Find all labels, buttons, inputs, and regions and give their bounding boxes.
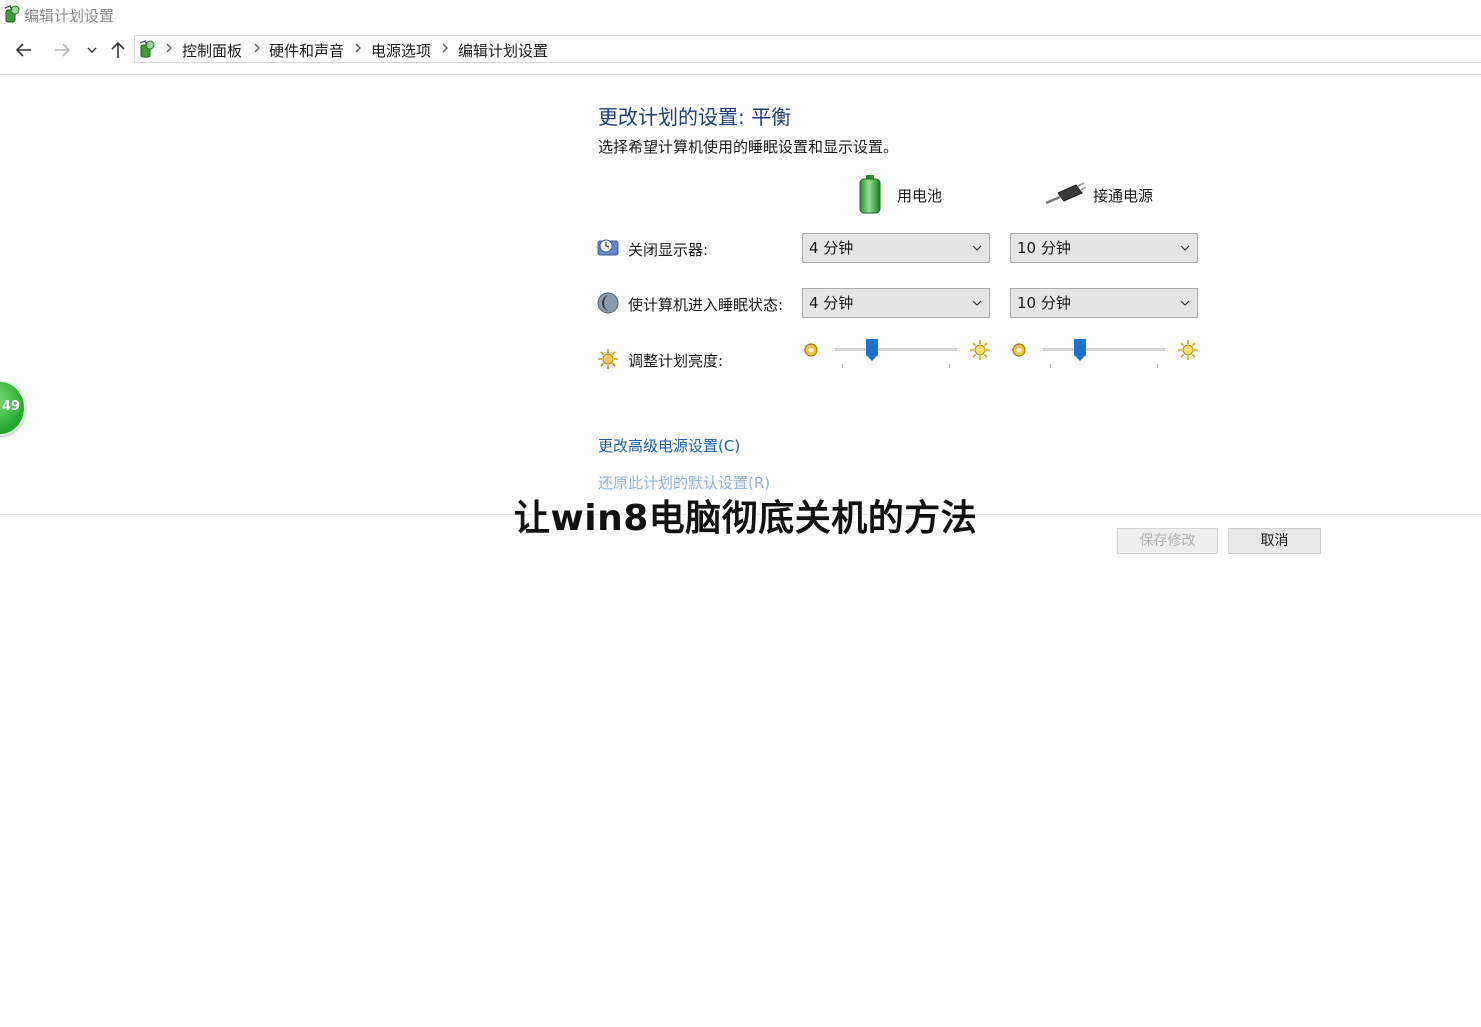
- breadcrumb-control-panel[interactable]: 控制面板: [182, 40, 242, 61]
- brightness-battery-thumb[interactable]: [865, 339, 878, 361]
- overlay-article-title: 让win8电脑彻底关机的方法: [514, 498, 978, 539]
- display-off-plugged-value: 10 分钟: [1017, 239, 1071, 257]
- brightness-battery-slider[interactable]: [835, 348, 957, 351]
- dim-sun-icon: [1012, 343, 1026, 357]
- title-bar: [0, 0, 1481, 30]
- chevron-down-icon: [972, 300, 982, 306]
- dim-sun-icon: [804, 343, 818, 357]
- badge-count: 49: [2, 399, 21, 414]
- display-off-label: 关闭显示器:: [628, 241, 709, 259]
- bright-sun-icon: [1178, 340, 1198, 360]
- battery-icon: [859, 175, 881, 214]
- display-off-plugged-select[interactable]: 10 分钟: [1010, 233, 1198, 263]
- breadcrumb-hardware-sound[interactable]: 硬件和声音: [269, 40, 344, 61]
- sleep-plugged-select[interactable]: 10 分钟: [1010, 288, 1198, 318]
- battery-column-label: 用电池: [897, 187, 943, 205]
- display-off-battery-value: 4 分钟: [809, 239, 854, 257]
- chevron-down-icon: [972, 245, 982, 251]
- divider: [0, 74, 1481, 75]
- power-options-icon: [4, 5, 20, 23]
- breadcrumb-edit-plan[interactable]: 编辑计划设置: [458, 40, 548, 61]
- bright-sun-icon: [970, 340, 990, 360]
- sleep-battery-value: 4 分钟: [809, 294, 854, 312]
- page-subtitle: 选择希望计算机使用的睡眠设置和显示设置。: [598, 138, 899, 156]
- moon-icon: [597, 292, 619, 314]
- chevron-down-icon: [1180, 245, 1190, 251]
- display-off-battery-select[interactable]: 4 分钟: [802, 233, 990, 263]
- chevron-right-icon[interactable]: [252, 41, 262, 55]
- plugged-column-label: 接通电源: [1093, 187, 1154, 205]
- window-title: 编辑计划设置: [24, 7, 115, 25]
- chevron-down-icon[interactable]: [84, 42, 100, 58]
- page-title: 更改计划的设置: 平衡: [598, 105, 792, 129]
- power-plug-icon: [1045, 182, 1086, 205]
- sleep-battery-select[interactable]: 4 分钟: [802, 288, 990, 318]
- brightness-plugged-thumb[interactable]: [1073, 339, 1086, 361]
- cancel-button[interactable]: 取消: [1228, 528, 1321, 554]
- floating-counter-badge[interactable]: 49: [0, 380, 26, 436]
- slider-tick: [842, 364, 843, 368]
- slider-tick: [949, 364, 950, 368]
- chevron-right-icon[interactable]: [353, 41, 363, 55]
- slider-tick: [1157, 364, 1158, 368]
- sleep-plugged-value: 10 分钟: [1017, 294, 1071, 312]
- control-panel-icon: [139, 40, 155, 58]
- chevron-right-icon: [166, 43, 172, 53]
- advanced-power-settings-link[interactable]: 更改高级电源设置(C): [598, 435, 740, 456]
- forward-arrow-icon[interactable]: [50, 38, 74, 62]
- brightness-plugged-slider[interactable]: [1043, 348, 1165, 351]
- breadcrumb-power-options[interactable]: 电源选项: [371, 40, 431, 61]
- brightness-sun-icon: [598, 349, 618, 369]
- save-changes-button[interactable]: 保存修改: [1117, 528, 1218, 554]
- back-arrow-icon[interactable]: [12, 38, 36, 62]
- chevron-right-icon[interactable]: [440, 41, 450, 55]
- monitor-clock-icon: [597, 239, 619, 256]
- brightness-label: 调整计划亮度:: [628, 352, 724, 370]
- chevron-down-icon: [1180, 300, 1190, 306]
- slider-tick: [1050, 364, 1051, 368]
- sleep-label: 使计算机进入睡眠状态:: [628, 296, 784, 314]
- up-arrow-icon[interactable]: [106, 38, 130, 62]
